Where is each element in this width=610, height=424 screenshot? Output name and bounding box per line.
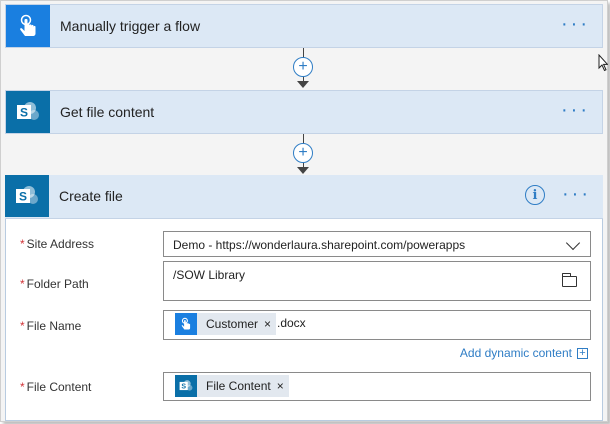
get-file-content-card[interactable]: S Get file content ··· [5, 90, 603, 134]
folder-path-value: /SOW Library [173, 268, 246, 282]
hand-touch-icon [181, 317, 191, 330]
file-content-token[interactable]: S File Content × [175, 375, 289, 397]
folder-icon[interactable] [561, 273, 577, 287]
trigger-more-menu-icon[interactable]: ··· [561, 14, 590, 34]
get-file-more-menu-icon[interactable]: ··· [561, 100, 590, 120]
site-address-dropdown[interactable]: Demo - https://wonderlaura.sharepoint.co… [163, 231, 591, 257]
arrow-down-icon [297, 167, 309, 174]
customer-token[interactable]: Customer × [175, 313, 277, 335]
mouse-cursor-icon [598, 54, 608, 72]
customer-token-label: Customer [206, 317, 259, 331]
folder-path-label: * Folder Path [20, 277, 89, 291]
file-name-label-text: File Name [26, 319, 82, 333]
add-dynamic-content-link[interactable]: Add dynamic content + [460, 346, 588, 360]
required-marker: * [20, 319, 25, 333]
arrow-down-icon [297, 81, 309, 88]
create-file-header[interactable]: S Create file i ··· [5, 175, 603, 219]
file-name-suffix: .docx [277, 316, 306, 330]
file-content-label: * File Content [20, 380, 91, 394]
required-marker: * [20, 380, 25, 394]
svg-text:S: S [181, 384, 186, 391]
create-file-card: S Create file i ··· * Site Address Demo -… [5, 175, 603, 421]
file-content-token-label: File Content [206, 379, 271, 393]
file-name-label: * File Name [20, 319, 81, 333]
hand-touch-icon [20, 14, 36, 36]
sharepoint-tile: S [6, 91, 50, 133]
file-content-label-text: File Content [26, 380, 92, 394]
add-box-icon: + [577, 347, 588, 359]
trigger-token-icon [175, 313, 197, 335]
svg-text:S: S [20, 106, 28, 120]
folder-path-input[interactable]: /SOW Library [163, 261, 591, 301]
sharepoint-token-icon: S [175, 375, 197, 397]
trigger-title: Manually trigger a flow [60, 18, 201, 34]
trigger-tile [6, 5, 50, 47]
insert-step-button[interactable]: + [293, 57, 313, 77]
site-address-label: * Site Address [20, 237, 94, 251]
required-marker: * [20, 237, 25, 251]
info-icon[interactable]: i [525, 185, 545, 205]
folder-path-label-text: Folder Path [26, 277, 89, 291]
sharepoint-icon: S [179, 380, 193, 391]
create-file-more-menu-icon[interactable]: ··· [562, 184, 591, 204]
file-content-input[interactable]: S File Content × [163, 372, 591, 401]
create-file-title: Create file [59, 188, 123, 204]
add-dynamic-content-label: Add dynamic content [459, 346, 572, 360]
sharepoint-tile: S [5, 175, 49, 217]
required-marker: * [20, 277, 25, 291]
remove-token-icon[interactable]: × [277, 379, 289, 393]
flow-designer-canvas: Manually trigger a flow ··· + S Get file… [0, 0, 608, 422]
get-file-content-title: Get file content [60, 104, 155, 120]
remove-token-icon[interactable]: × [264, 317, 276, 331]
site-address-value: Demo - https://wonderlaura.sharepoint.co… [173, 238, 466, 252]
insert-step-button[interactable]: + [293, 143, 313, 163]
file-name-input[interactable]: Customer × .docx [163, 310, 591, 340]
svg-text:S: S [19, 190, 27, 204]
chevron-down-icon[interactable] [565, 235, 581, 251]
sharepoint-icon: S [16, 186, 38, 204]
site-address-label-text: Site Address [26, 237, 95, 251]
sharepoint-icon: S [17, 102, 39, 120]
trigger-card[interactable]: Manually trigger a flow ··· [5, 4, 603, 48]
